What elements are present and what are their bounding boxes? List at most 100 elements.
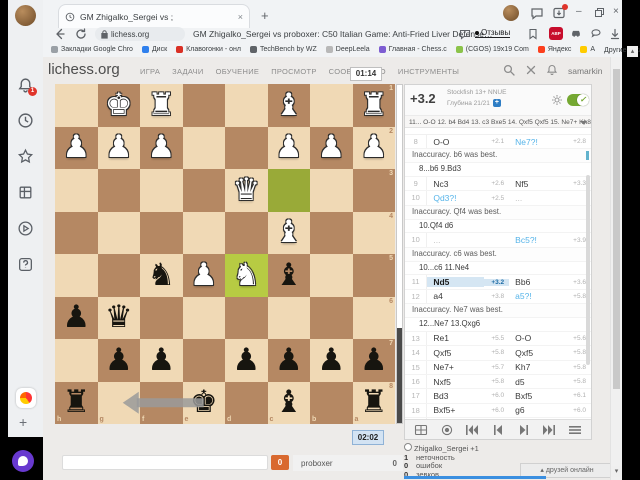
white-move[interactable]: Nc3 (427, 179, 483, 189)
square-h1[interactable] (55, 84, 98, 127)
tab-close-icon[interactable]: × (238, 12, 243, 22)
menu-icon[interactable] (568, 424, 582, 436)
white-move[interactable]: a4 (427, 291, 483, 301)
bookmark-item[interactable]: Диск (141, 46, 167, 53)
engine-toggle[interactable]: ✓ (567, 94, 589, 106)
username[interactable]: samarkin (568, 66, 602, 76)
square-a7[interactable]: ♟ 7 (352, 339, 395, 382)
practice-target-icon[interactable] (440, 424, 454, 436)
square-g5[interactable] (97, 254, 140, 297)
square-e1[interactable] (182, 84, 225, 127)
nav-item-просмотр[interactable]: ПРОСМОТР (271, 67, 316, 76)
square-c1[interactable]: ♝ (267, 84, 310, 127)
new-tab-button[interactable]: + (261, 8, 269, 23)
car-extension-icon[interactable] (570, 28, 582, 40)
white-move[interactable]: Ne7+ (427, 362, 483, 372)
square-b4[interactable] (310, 211, 353, 254)
square-b6[interactable] (310, 296, 353, 339)
chat-input[interactable] (62, 455, 268, 470)
back-icon[interactable] (53, 28, 65, 40)
square-h7[interactable] (55, 339, 98, 382)
history-icon[interactable] (17, 112, 34, 129)
square-h5[interactable] (55, 254, 98, 297)
variation-row[interactable]: 10...c6 11.Ne4 (405, 262, 591, 276)
square-d1[interactable] (225, 84, 268, 127)
lichess-logo[interactable]: lichess.org (48, 61, 120, 78)
square-e2[interactable] (182, 126, 225, 169)
square-a2[interactable]: ♟ 2 (352, 126, 395, 169)
black-move[interactable]: Ne7?! (509, 137, 565, 147)
variation-row[interactable]: 8...b6 9.Bd3 (405, 163, 591, 177)
white-move[interactable]: Nd5 (427, 277, 484, 288)
summary-player[interactable]: Zhigalko_Sergei +1 (404, 443, 604, 454)
square-d3[interactable]: ♛ (225, 169, 268, 212)
white-move[interactable]: Re1 (427, 333, 483, 343)
square-c7[interactable]: ♟ (267, 339, 310, 382)
deeper-analysis-icon[interactable]: + (492, 99, 501, 107)
browser-tab[interactable]: GM Zhigalko_Sergei vs ; × (58, 4, 250, 28)
black-move[interactable]: Kh7 (509, 362, 565, 372)
square-f2[interactable]: ♟ (140, 126, 183, 169)
square-d8[interactable]: d (225, 381, 268, 424)
square-g1[interactable]: ♚ (97, 84, 140, 127)
square-e7[interactable] (182, 339, 225, 382)
square-a4[interactable]: 4 (352, 211, 395, 254)
black-move[interactable]: d5 (509, 377, 565, 387)
square-a5[interactable]: 5 (352, 254, 395, 297)
browser-profile-avatar[interactable] (503, 5, 519, 21)
move-list-scrollbar[interactable] (586, 175, 590, 365)
square-g8[interactable]: g (97, 381, 140, 424)
bookmark-item[interactable]: Закладки Google Chro (51, 46, 133, 53)
square-f3[interactable] (140, 169, 183, 212)
scroll-up-arrow[interactable]: ▴ (627, 46, 638, 57)
square-f7[interactable]: ♟ (140, 339, 183, 382)
reload-icon[interactable] (75, 28, 87, 40)
square-c4[interactable]: ♝ (267, 211, 310, 254)
square-b8[interactable]: b (310, 381, 353, 424)
square-h6[interactable]: ♟ (55, 296, 98, 339)
adblock-icon[interactable]: ABP (549, 27, 563, 40)
square-b2[interactable]: ♟ (310, 126, 353, 169)
square-d6[interactable] (225, 296, 268, 339)
black-move[interactable]: Bc5?! (509, 235, 565, 245)
square-b5[interactable] (310, 254, 353, 297)
square-f5[interactable]: ♞ (140, 254, 183, 297)
square-h2[interactable]: ♟ (55, 126, 98, 169)
white-move[interactable]: Bxf5+ (427, 405, 483, 415)
bookmarks-star-icon[interactable] (17, 148, 34, 165)
square-f1[interactable]: ♜ (140, 84, 183, 127)
nav-item-обучение[interactable]: ОБУЧЕНИЕ (216, 67, 260, 76)
challenge-bell-icon[interactable] (546, 64, 558, 76)
square-b7[interactable]: ♟ (310, 339, 353, 382)
square-c8[interactable]: ♝ c (267, 381, 310, 424)
square-c2[interactable]: ♟ (267, 126, 310, 169)
square-d7[interactable]: ♟ (225, 339, 268, 382)
square-a1[interactable]: ♜ 1 (352, 84, 395, 127)
alice-assistant-icon[interactable] (12, 450, 34, 472)
close-button[interactable]: × (613, 6, 619, 17)
square-e4[interactable] (182, 211, 225, 254)
square-e3[interactable] (182, 169, 225, 212)
black-move[interactable]: g6 (509, 405, 565, 415)
white-move[interactable]: ... (427, 235, 483, 245)
white-move[interactable]: Qxf5 (427, 348, 483, 358)
variation-row[interactable]: 12...Ne7 13.Qxg6 (405, 318, 591, 332)
previous-move-icon[interactable] (491, 424, 505, 436)
square-a3[interactable]: 3 (352, 169, 395, 212)
reviews-button[interactable]: Отзывы (475, 28, 511, 38)
sidebar-add-button[interactable]: + (19, 414, 27, 430)
extension-icon[interactable] (590, 28, 602, 40)
square-h4[interactable] (55, 211, 98, 254)
square-e6[interactable] (182, 296, 225, 339)
bookmark-item[interactable]: Клавогонки - онл (176, 46, 241, 53)
square-f6[interactable] (140, 296, 183, 339)
white-move[interactable]: Bd3 (427, 391, 483, 401)
white-move[interactable]: Qd3?! (427, 193, 483, 203)
principal-variation[interactable]: 11... O-O 12. b4 Bd4 13. c3 Bxe5 14. Qxf… (405, 115, 591, 128)
analysis-board-icon[interactable] (414, 424, 428, 436)
bookmark-item[interactable]: A (580, 46, 595, 53)
bookmark-item[interactable]: (CGOS) 19x19 Com (455, 46, 529, 53)
square-f4[interactable] (140, 211, 183, 254)
white-move[interactable]: Nxf5 (427, 377, 483, 387)
download-icon[interactable] (609, 28, 621, 40)
